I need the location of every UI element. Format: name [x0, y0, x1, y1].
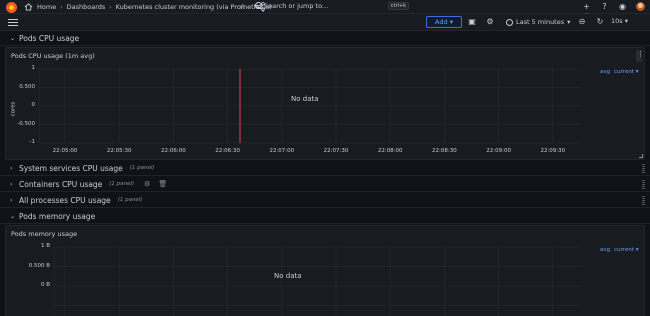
- plus-dropdown-icon[interactable]: + ▾: [582, 2, 591, 20]
- row-title: System services CPU usage: [19, 163, 123, 173]
- row-all-processes-cpu-usage[interactable]: › All processes CPU usage (1 panel): [0, 193, 650, 208]
- x-tick-label: 22:05:30: [106, 148, 132, 154]
- y-tick-label: -1: [29, 139, 35, 145]
- help-icon[interactable]: ?: [600, 2, 609, 11]
- x-tick-label: 22:08:30: [432, 148, 457, 154]
- home-icon: [24, 3, 33, 11]
- gear-icon[interactable]: ⚙: [485, 17, 495, 27]
- panel-pods-memory-usage: Pods memory usage 1 B 0.500 B0 B No data …: [5, 225, 645, 316]
- row-title: All processes CPU usage: [19, 195, 111, 205]
- row-title: Pods memory usage: [19, 211, 96, 221]
- avatar[interactable]: [636, 2, 645, 11]
- save-icon[interactable]: ▣: [467, 17, 477, 27]
- trash-icon[interactable]: 🗑: [158, 180, 167, 188]
- y-tick-label: 0: [31, 102, 36, 108]
- x-tick-label: 22:08:00: [377, 148, 403, 154]
- chevron-down-icon: ▾: [567, 18, 571, 26]
- news-icon[interactable]: ◉: [618, 2, 627, 11]
- no-data-message: No data: [291, 95, 319, 103]
- search-shortcut-badge: ctrl+k: [387, 2, 409, 10]
- panel-pods-cpu-usage: Pods CPU usage (1m avg) cores 10.5000-0.…: [5, 47, 645, 160]
- x-tick-label: 22:07:30: [323, 148, 349, 154]
- search-placeholder: Search or jump to...: [264, 2, 329, 10]
- chevron-right-icon: ›: [10, 196, 13, 204]
- row-panel-count: (1 panel): [117, 197, 143, 203]
- clock-icon: [506, 18, 513, 26]
- refresh-icon[interactable]: ↻: [595, 17, 605, 27]
- legend-current-label: current: [614, 69, 634, 75]
- drag-handle-icon[interactable]: [642, 180, 645, 189]
- row-pods-cpu-usage[interactable]: ⌄ Pods CPU usage: [0, 31, 650, 46]
- menu-icon[interactable]: [8, 19, 18, 26]
- breadcrumb-dashboards[interactable]: Dashboards: [67, 3, 106, 11]
- topbar-actions: + ▾ ? ◉: [582, 2, 645, 20]
- y-tick-label: 1: [31, 65, 36, 71]
- refresh-interval-label: 10s: [611, 17, 623, 25]
- breadcrumb: Home › Dashboards › Kubernetes cluster m…: [24, 3, 272, 11]
- chevron-down-icon: ⌄: [10, 212, 16, 220]
- refresh-interval-picker[interactable]: 10s ▾: [611, 17, 628, 25]
- legend-header: avg current ▾: [600, 69, 638, 75]
- x-tick-label: 22:06:00: [161, 148, 186, 154]
- legend-current[interactable]: current ▾: [614, 247, 638, 253]
- row-panel-count: (1 panel): [109, 181, 135, 187]
- legend-current[interactable]: current ▾: [614, 69, 638, 75]
- search-icon: [255, 2, 262, 9]
- no-data-message: No data: [274, 272, 302, 280]
- row-pods-memory-usage[interactable]: ⌄ Pods memory usage: [0, 209, 650, 224]
- add-button[interactable]: Add ▾: [426, 16, 462, 28]
- x-tick-label: 22:09:30: [540, 148, 566, 154]
- breadcrumb-home[interactable]: Home: [37, 3, 56, 11]
- top-navbar: Home › Dashboards › Kubernetes cluster m…: [0, 0, 650, 20]
- row-title: Containers CPU usage: [19, 179, 103, 189]
- time-range-picker[interactable]: Last 5 minutes ▾: [506, 16, 572, 28]
- x-tick-label: 22:05:00: [52, 148, 78, 154]
- row-title: Pods CPU usage: [19, 33, 80, 43]
- legend-avg[interactable]: avg: [600, 69, 610, 75]
- chevron-right-icon: ›: [109, 3, 112, 11]
- gear-icon[interactable]: ⚙: [144, 180, 150, 188]
- star-icon[interactable]: ☆: [239, 2, 246, 11]
- y-tick-label: 0 B: [40, 282, 50, 288]
- chevron-right-icon: ›: [60, 3, 63, 11]
- y-tick-label: 0.500 B: [28, 262, 50, 269]
- y-tick-label: 1 B: [40, 243, 50, 249]
- legend-header: avg current ▾: [600, 247, 638, 253]
- row-containers-cpu-usage[interactable]: › Containers CPU usage (1 panel) ⚙ 🗑: [0, 177, 650, 192]
- legend-current-label: current: [614, 247, 634, 253]
- add-button-label: Add: [435, 18, 448, 26]
- chevron-right-icon: ›: [10, 164, 13, 172]
- row-system-services-cpu-usage[interactable]: › System services CPU usage (1 panel): [0, 161, 650, 176]
- drag-handle-icon[interactable]: [642, 164, 645, 173]
- breadcrumb-dashboard-title[interactable]: Kubernetes cluster monitoring (via Prome…: [116, 3, 272, 11]
- row-panel-count: (1 panel): [129, 165, 155, 171]
- x-tick-label: 22:06:30: [215, 148, 240, 154]
- time-range-label: Last 5 minutes: [516, 18, 565, 26]
- grafana-logo-icon[interactable]: [6, 2, 17, 13]
- resize-handle[interactable]: [639, 154, 643, 158]
- cpu-chart-grid: [38, 68, 582, 144]
- chevron-down-icon: ⌄: [10, 34, 16, 42]
- chevron-right-icon: ›: [10, 180, 13, 188]
- dashboard-toolbar: Add ▾ ▣ ⚙ Last 5 minutes ▾ ⊖ ↻ 10s ▾: [0, 14, 650, 31]
- legend-avg[interactable]: avg: [600, 247, 610, 253]
- memory-chart-grid: [53, 246, 582, 316]
- drag-handle-icon[interactable]: [642, 196, 645, 205]
- search-input[interactable]: Search or jump to... ctrl+k: [253, 1, 409, 12]
- x-tick-label: 22:09:00: [486, 148, 511, 154]
- y-tick-label: 0.500: [19, 83, 35, 90]
- zoom-out-icon[interactable]: ⊖: [577, 17, 587, 27]
- y-tick-label: -0.500: [17, 120, 35, 127]
- x-tick-label: 22:07:00: [269, 148, 295, 154]
